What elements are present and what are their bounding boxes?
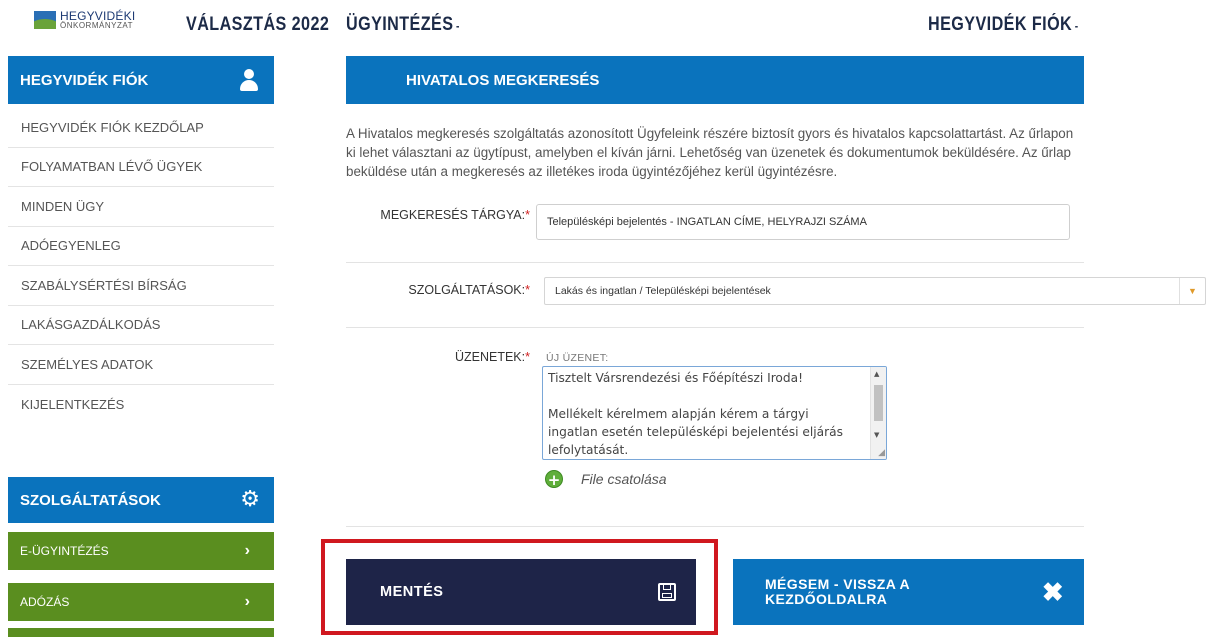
new-message-label: ÚJ ÜZENET:: [546, 352, 609, 364]
sidebar-item-kijelentkezes[interactable]: KIJELENTKEZÉS: [8, 385, 274, 425]
required-mark: *: [525, 208, 530, 222]
services-title: SZOLGÁLTATÁSOK: [20, 491, 161, 509]
sidebar-menu: HEGYVIDÉK FIÓK KEZDŐLAP FOLYAMATBAN LÉVŐ…: [8, 108, 274, 424]
chevron-down-icon: -: [455, 19, 460, 33]
scroll-up-icon[interactable]: ▲: [874, 370, 879, 378]
divider: [346, 526, 1084, 527]
logo-mark-icon: [34, 11, 56, 29]
sidebar-title: HEGYVIDÉK FIÓK: [20, 71, 149, 89]
sidebar-item-szemelyes-adatok[interactable]: SZEMÉLYES ADATOK: [8, 345, 274, 385]
required-mark: *: [525, 350, 530, 364]
required-mark: *: [525, 283, 530, 297]
add-circle-icon: +: [545, 470, 563, 489]
intro-text: A Hivatalos megkeresés szolgáltatás azon…: [346, 126, 1074, 179]
caret-down-icon: ▼: [1179, 278, 1205, 304]
divider: [346, 327, 1084, 328]
save-button[interactable]: MENTÉS: [346, 559, 696, 625]
chevron-right-icon: ›: [244, 593, 250, 610]
close-icon: ✖: [1041, 577, 1064, 607]
attach-file-label: File csatolása: [581, 471, 667, 487]
chevron-right-icon: ›: [244, 542, 250, 559]
textarea-scrollbar[interactable]: ▲ ▼ ◢: [870, 367, 886, 459]
site-logo[interactable]: HEGYVIDÉKI ÖNKORMÁNYZAT: [34, 10, 135, 30]
sidebar-item-birsag[interactable]: SZABÁLYSÉRTÉSI BÍRSÁG: [8, 266, 274, 306]
service-item-adozas[interactable]: ADÓZÁS ›: [8, 583, 274, 621]
service-item-e-ugyintezes[interactable]: E-ÜGYINTÉZÉS ›: [8, 532, 274, 570]
page-title: HIVATALOS MEGKERESÉS: [346, 56, 1084, 104]
scroll-down-icon[interactable]: ▼: [874, 431, 879, 439]
attach-file-link[interactable]: + File csatolása: [545, 470, 667, 489]
nav-valasztas-2022[interactable]: VÁLASZTÁS 2022: [186, 14, 329, 36]
nav-hegyvidek-fiok[interactable]: HEGYVIDÉK FIÓK -: [928, 14, 1079, 36]
sidebar-item-lakasgazdalkodas[interactable]: LAKÁSGAZDÁLKODÁS: [8, 306, 274, 345]
nav-ugyintezes[interactable]: ÜGYINTÉZÉS -: [346, 14, 460, 36]
sidebar-item-folyamatban[interactable]: FOLYAMATBAN LÉVŐ ÜGYEK: [8, 148, 274, 187]
services-header: SZOLGÁLTATÁSOK ⚙: [8, 477, 274, 523]
scroll-thumb[interactable]: [874, 385, 883, 421]
services-select[interactable]: Lakás és ingatlan / Településképi bejele…: [544, 277, 1206, 305]
sidebar-header: HEGYVIDÉK FIÓK: [8, 56, 274, 104]
sidebar-item-kezdolap[interactable]: HEGYVIDÉK FIÓK KEZDŐLAP: [8, 108, 274, 148]
user-icon: [238, 69, 260, 91]
subject-input[interactable]: Településképi bejelentés - INGATLAN CÍME…: [536, 204, 1070, 240]
message-text: Tisztelt Vársrendezési és Főépítészi Iro…: [548, 371, 843, 457]
service-item-partial[interactable]: [8, 628, 274, 637]
message-textarea[interactable]: Tisztelt Vársrendezési és Főépítészi Iro…: [542, 366, 887, 460]
logo-line2: ÖNKORMÁNYZAT: [60, 21, 133, 30]
subject-label: MEGKERESÉS TÁRGYA:*: [380, 208, 530, 222]
services-label: SZOLGÁLTATÁSOK:*: [408, 283, 530, 297]
chevron-down-icon: -: [1074, 19, 1079, 33]
cancel-button[interactable]: MÉGSEM - VISSZA A KEZDŐOLDALRA ✖: [733, 559, 1084, 625]
divider: [346, 262, 1084, 263]
top-navbar: HEGYVIDÉKI ÖNKORMÁNYZAT VÁLASZTÁS 2022 Ü…: [0, 0, 1210, 60]
sidebar-item-minden-ugy[interactable]: MINDEN ÜGY: [8, 187, 274, 227]
floppy-disk-icon: [658, 583, 676, 601]
resize-grip-icon[interactable]: ◢: [878, 448, 885, 458]
sidebar-item-adoegyenleg[interactable]: ADÓEGYENLEG: [8, 227, 274, 266]
messages-label: ÜZENETEK:*: [454, 350, 530, 364]
gears-icon: ⚙: [240, 487, 260, 512]
